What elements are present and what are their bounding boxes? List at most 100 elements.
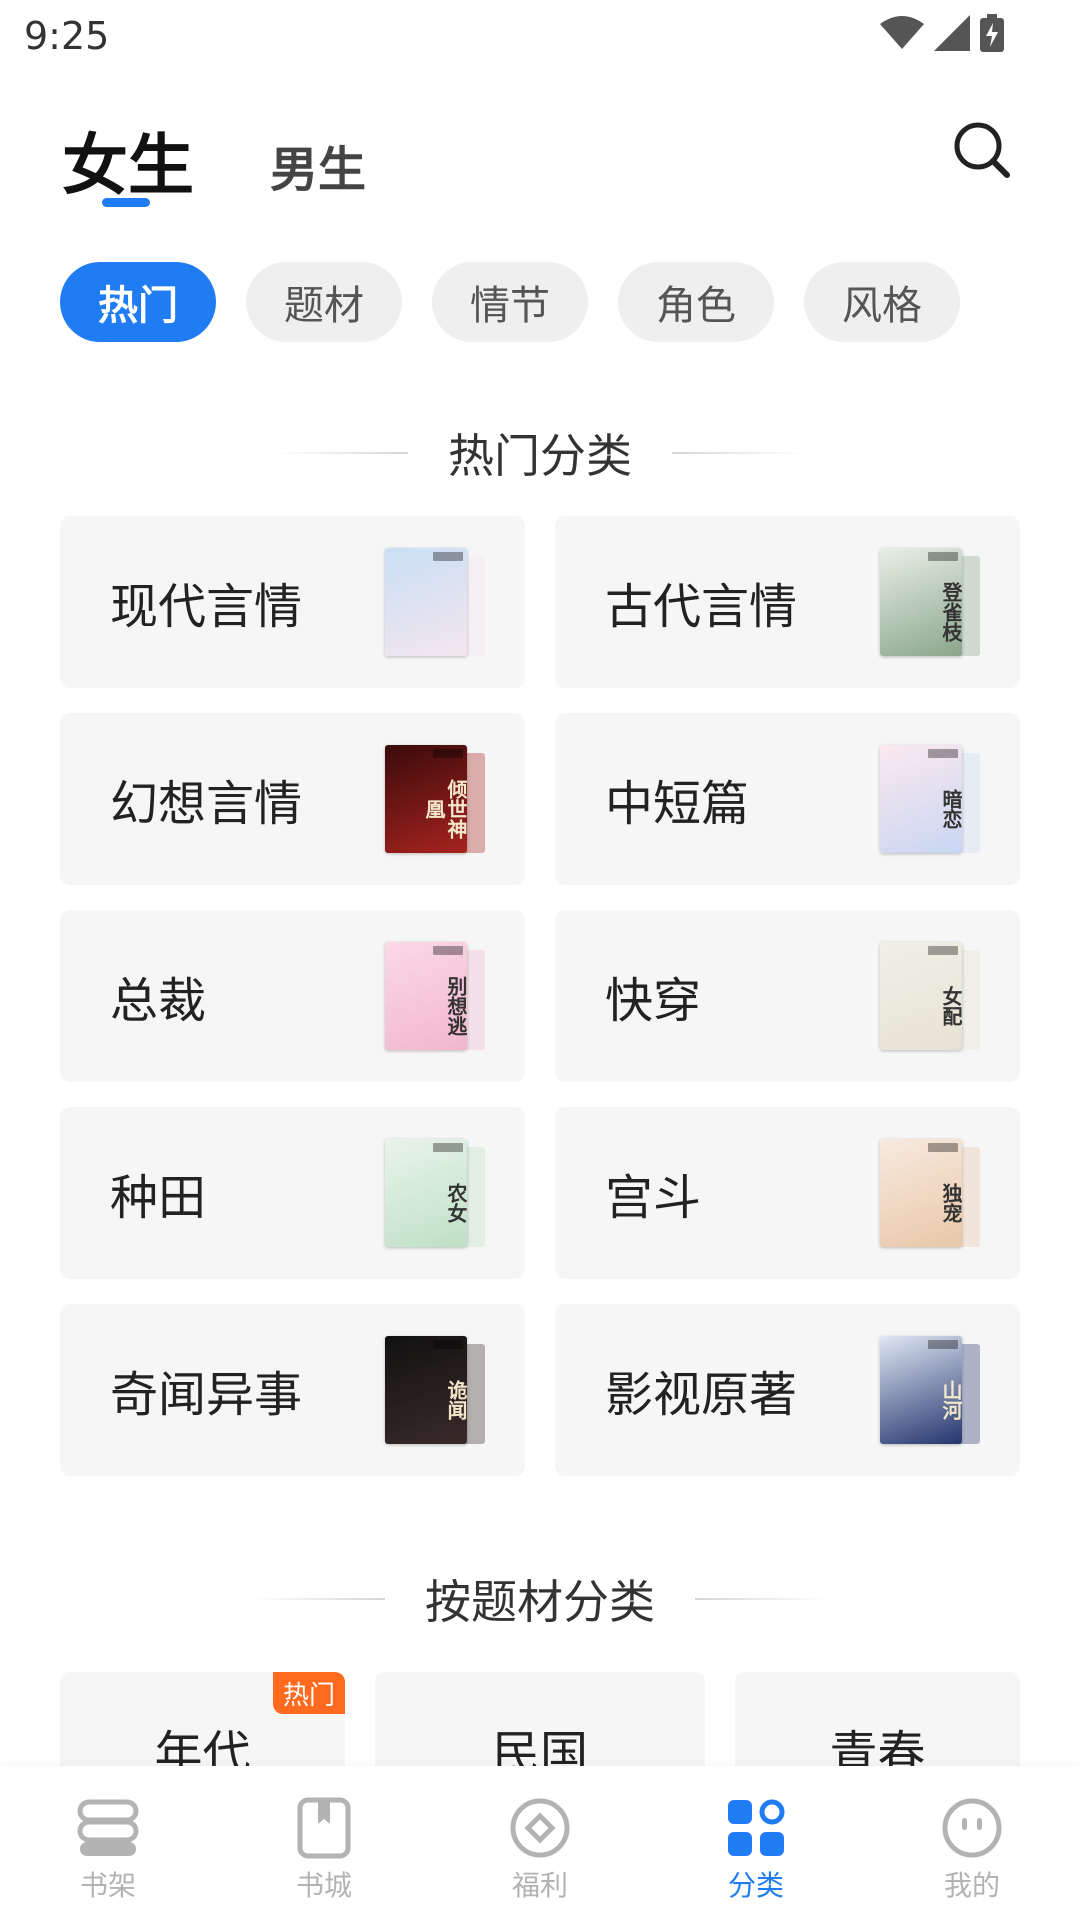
book-cover-stack: 农女 <box>385 1139 485 1247</box>
category-label: 宫斗 <box>605 1170 702 1226</box>
tab-male[interactable]: 男生 <box>270 130 366 208</box>
chip-style[interactable]: 风格 <box>804 262 960 342</box>
category-label: 幻想言情 <box>110 776 303 832</box>
book-cover-stack: 别想逃 <box>385 942 485 1050</box>
nav-label: 书城 <box>295 1869 352 1902</box>
category-card[interactable]: 幻想言情 倾世神凰 <box>60 713 525 885</box>
book-cover-stack: 女配 <box>880 942 980 1050</box>
book-cover-title: 山河 <box>939 1380 962 1420</box>
book-cover-image: 别想逃 <box>385 942 467 1050</box>
nav-welfare[interactable]: 福利 <box>432 1766 648 1920</box>
chip-role[interactable]: 角色 <box>618 262 774 342</box>
book-cover-title: 登雀枝 <box>939 582 962 642</box>
nav-label: 书架 <box>79 1869 136 1902</box>
nav-profile[interactable]: 我的 <box>864 1766 1080 1920</box>
book-cover-image: 暗恋 <box>880 745 962 853</box>
nav-label: 我的 <box>943 1869 1000 1902</box>
nav-label: 分类 <box>727 1869 784 1902</box>
tab-male-label: 男生 <box>270 142 367 198</box>
chip-theme[interactable]: 题材 <box>246 262 402 342</box>
category-label: 古代言情 <box>605 579 798 635</box>
book-cover-stack: 登雀枝 <box>880 548 980 656</box>
category-label: 现代言情 <box>110 579 303 635</box>
publisher-logo <box>928 1340 958 1349</box>
book-cover-stack <box>385 548 485 656</box>
nav-bookshelf[interactable]: 书架 <box>0 1766 216 1920</box>
book-cover-image: 农女 <box>385 1139 467 1247</box>
profile-icon <box>942 1798 1002 1858</box>
category-label: 种田 <box>110 1170 207 1226</box>
category-card[interactable]: 快穿 女配 <box>555 910 1020 1082</box>
book-cover-title: 农女 <box>444 1183 467 1223</box>
category-card[interactable]: 古代言情 登雀枝 <box>555 516 1020 688</box>
filter-chips: 热门 题材 情节 角色 风格 <box>60 262 960 342</box>
hot-badge: 热门 <box>273 1672 345 1714</box>
book-cover-stack: 暗恋 <box>880 745 980 853</box>
chip-hot[interactable]: 热门 <box>60 262 216 342</box>
category-card[interactable]: 奇闻异事 诡闻 <box>60 1304 525 1476</box>
book-cover-image: 登雀枝 <box>880 548 962 656</box>
bottom-nav: 书架 书城 福利 分类 我的 <box>0 1766 1080 1920</box>
category-label: 奇闻异事 <box>110 1367 303 1423</box>
divider-right <box>695 1598 829 1600</box>
book-cover-image: 倾世神凰 <box>385 745 467 853</box>
gender-tabs: 女生 男生 <box>62 112 366 208</box>
hot-section-title: 热门分类 <box>448 429 632 483</box>
book-cover-title: 诡闻 <box>444 1380 467 1420</box>
hot-section-heading: 热门分类 <box>0 420 1080 486</box>
category-label: 快穿 <box>605 973 702 1029</box>
book-cover-title: 暗恋 <box>939 789 962 829</box>
book-cover-image <box>385 548 467 656</box>
book-cover-image: 独宠 <box>880 1139 962 1247</box>
category-label: 中短篇 <box>605 776 750 832</box>
publisher-logo <box>433 1340 463 1349</box>
theme-cards: 年代 热门 民国 青春 <box>60 1672 1020 1792</box>
divider-left <box>251 1598 385 1600</box>
status-icons <box>880 14 1004 52</box>
welfare-icon <box>510 1798 570 1858</box>
publisher-logo <box>433 552 463 561</box>
book-cover-stack: 倾世神凰 <box>385 745 485 853</box>
category-card[interactable]: 宫斗 独宠 <box>555 1107 1020 1279</box>
search-button[interactable] <box>952 120 1012 180</box>
status-time: 9:25 <box>24 14 110 58</box>
theme-section-title: 按题材分类 <box>425 1575 655 1629</box>
divider-left <box>274 452 408 454</box>
theme-section-heading: 按题材分类 <box>0 1566 1080 1632</box>
status-bar: 9:25 <box>0 0 1080 76</box>
category-card[interactable]: 现代言情 <box>60 516 525 688</box>
category-card[interactable]: 中短篇 暗恋 <box>555 713 1020 885</box>
category-card[interactable]: 总裁 别想逃 <box>60 910 525 1082</box>
tab-female-label: 女生 <box>62 127 194 204</box>
book-cover-image: 山河 <box>880 1336 962 1444</box>
battery-icon <box>980 14 1004 52</box>
nav-bookstore[interactable]: 书城 <box>216 1766 432 1920</box>
active-tab-indicator <box>102 198 150 207</box>
bookshelf-icon <box>77 1799 139 1856</box>
book-cover-title: 女配 <box>939 986 962 1026</box>
category-icon <box>728 1799 785 1856</box>
category-card[interactable]: 种田 农女 <box>60 1107 525 1279</box>
book-cover-title: 倾世神凰 <box>422 779 467 839</box>
category-label: 影视原著 <box>605 1367 798 1423</box>
book-cover-stack: 独宠 <box>880 1139 980 1247</box>
cell-signal-icon <box>934 15 970 51</box>
publisher-logo <box>928 552 958 561</box>
divider-right <box>672 452 806 454</box>
chip-plot[interactable]: 情节 <box>432 262 588 342</box>
nav-label: 福利 <box>511 1869 568 1902</box>
tab-female[interactable]: 女生 <box>62 112 194 208</box>
search-icon <box>954 122 1010 178</box>
book-cover-title: 独宠 <box>939 1183 962 1223</box>
book-cover-image: 女配 <box>880 942 962 1050</box>
bookstore-icon <box>297 1797 351 1859</box>
wifi-icon <box>880 16 924 49</box>
publisher-logo <box>433 749 463 758</box>
publisher-logo <box>433 946 463 955</box>
category-card[interactable]: 影视原著 山河 <box>555 1304 1020 1476</box>
nav-category[interactable]: 分类 <box>648 1766 864 1920</box>
publisher-logo <box>433 1143 463 1152</box>
category-grid: 现代言情 古代言情 登雀枝幻想言情 倾世神凰 中短篇 暗恋总裁 别想逃 快穿 女配种田 农女 宫斗 独… <box>60 516 1020 1476</box>
book-cover-image: 诡闻 <box>385 1336 467 1444</box>
category-label: 总裁 <box>110 973 207 1029</box>
